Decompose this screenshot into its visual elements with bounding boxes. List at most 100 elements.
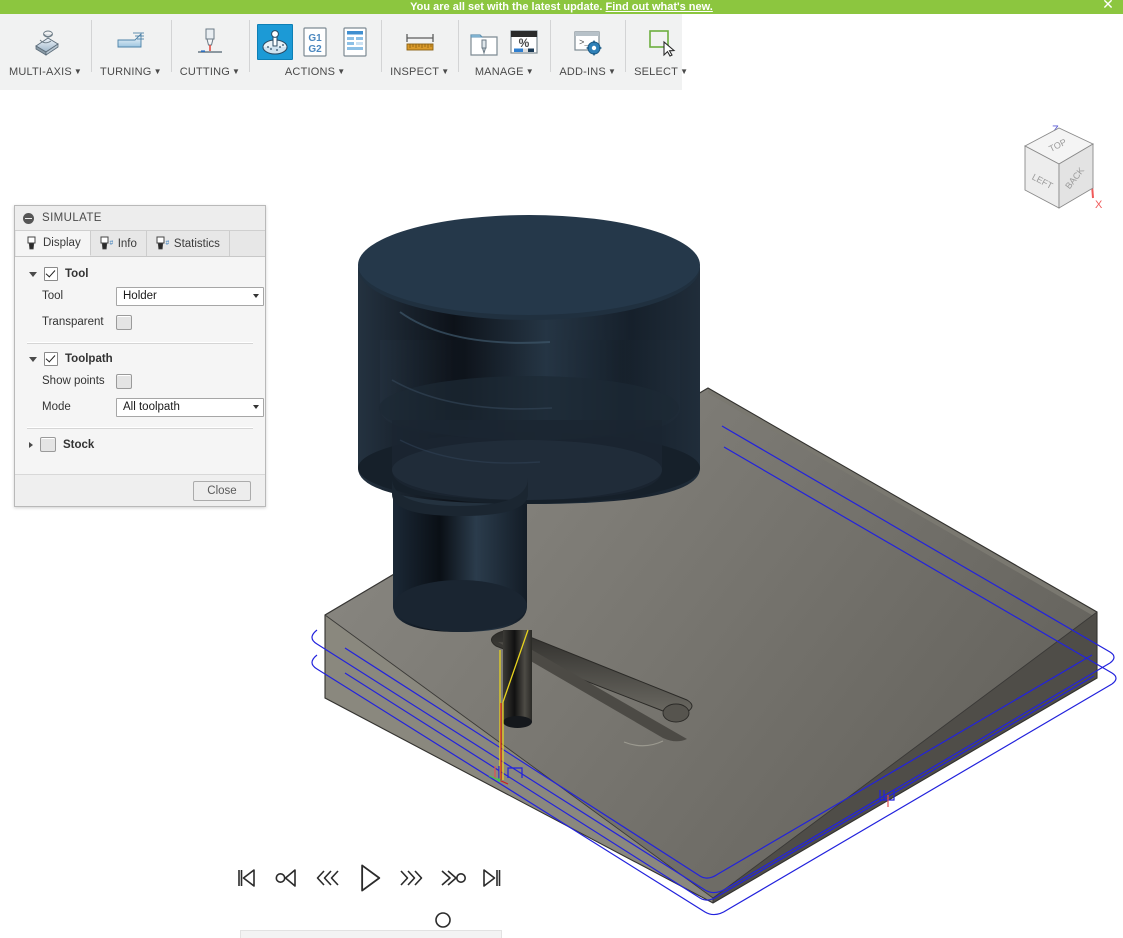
dialog-tabs: Display # Info # Statistics [15, 231, 265, 257]
tab-label: Info [117, 237, 137, 250]
dialog-title: SIMULATE [42, 212, 102, 224]
section-toolpath-label: Toolpath [65, 353, 113, 365]
chevron-right-icon[interactable] [29, 441, 33, 448]
row-tool: Tool Holder [15, 283, 265, 309]
chevron-down-icon[interactable] [29, 356, 37, 362]
section-stock-label: Stock [63, 438, 95, 451]
mode-select-value: All toolpath [123, 401, 180, 413]
view-cube[interactable]: Z Y X TOP LEFT BACK [1003, 114, 1115, 226]
post-process-icon[interactable]: G1 G2 [297, 24, 333, 60]
tab-label: Display [43, 237, 81, 249]
svg-text:#: # [165, 240, 169, 247]
transparent-checkbox[interactable] [116, 314, 132, 330]
dialog-footer: Close [15, 474, 265, 506]
section-tool-header[interactable]: Tool [15, 265, 265, 283]
chevron-down-icon [253, 405, 259, 409]
step-forward-operation-button[interactable] [438, 864, 466, 892]
section-toolpath-header[interactable]: Toolpath [15, 350, 265, 368]
tab-info[interactable]: # Info [90, 231, 147, 256]
close-icon[interactable]: ✕ [1101, 0, 1115, 11]
setup-sheet-icon[interactable] [337, 24, 373, 60]
whats-new-link[interactable]: Find out what's new. [606, 1, 713, 13]
ribbon-group-label[interactable]: ACTIONS ▼ [276, 66, 354, 78]
mode-select[interactable]: All toolpath [116, 397, 264, 417]
show-points-field-label: Show points [42, 375, 105, 387]
chevron-down-icon: ▼ [337, 67, 346, 76]
update-banner: You are all set with the latest update. … [0, 0, 1123, 14]
collapse-icon[interactable] [23, 212, 34, 224]
ribbon-group-label[interactable]: MANAGE ▼ [466, 66, 543, 78]
chevron-down-icon: ▼ [73, 67, 83, 76]
ribbon-group-actions: G1 G2 ACTIONS ▼ [249, 14, 381, 90]
svg-text:#: # [109, 240, 113, 247]
section-stock-header[interactable]: Stock [15, 435, 265, 464]
ribbon-group-cutting: CUTTING ▼ [170, 14, 249, 90]
toolpath-enable-checkbox[interactable] [44, 352, 58, 366]
ribbon-group-select: SELECT ▼ [625, 14, 697, 90]
close-button[interactable]: Close [193, 480, 251, 501]
tool-enable-checkbox[interactable] [44, 267, 58, 281]
tab-label: Statistics [173, 237, 220, 250]
svg-text:%: % [519, 36, 530, 50]
row-transparent: Transparent [15, 309, 265, 335]
row-mode: Mode All toolpath [15, 394, 265, 420]
svg-text:G1: G1 [308, 33, 322, 44]
chevron-down-icon: ▼ [680, 67, 689, 76]
stock-enable-checkbox[interactable] [40, 437, 56, 452]
chevron-down-icon[interactable] [29, 271, 37, 277]
ribbon-toolbar: MULTI-AXIS ▼ TURNING ▼ CUTTING ▼ G1 G2 A… [0, 14, 688, 91]
machining-time-icon[interactable]: % [506, 24, 542, 60]
ribbon-group-manage: % MANAGE ▼ [458, 14, 550, 90]
tool-select[interactable]: Holder [116, 286, 264, 306]
tool-library-icon[interactable] [466, 24, 502, 60]
ribbon-group-turning: TURNING ▼ [91, 14, 171, 90]
divider [27, 342, 253, 344]
ribbon-group-label[interactable]: SELECT ▼ [625, 66, 697, 78]
axis-label-x: X [1095, 199, 1103, 211]
skip-to-end-button[interactable] [478, 864, 506, 892]
rewind-button[interactable] [313, 864, 341, 892]
ribbon-group-inspect: INSPECT ▼ [381, 14, 458, 90]
row-show-points: Show points [15, 368, 265, 394]
ribbon-group-label[interactable]: CUTTING ▼ [171, 66, 249, 78]
add-ins-icon[interactable]: >_ [570, 24, 606, 60]
update-banner-message: You are all set with the latest update. [410, 1, 603, 13]
tool-field-label: Tool [42, 290, 64, 302]
chevron-down-icon: ▼ [153, 67, 162, 76]
fast-forward-button[interactable] [397, 864, 425, 892]
svg-text:G2: G2 [308, 44, 322, 55]
select-icon[interactable] [643, 24, 679, 60]
dialog-header: SIMULATE [15, 206, 265, 231]
simulate-icon[interactable] [257, 24, 294, 60]
play-button[interactable] [353, 862, 385, 894]
tool-select-value: Holder [123, 290, 157, 302]
show-points-checkbox[interactable] [116, 373, 132, 389]
cutting-icon[interactable] [192, 24, 228, 60]
divider [27, 427, 253, 429]
multi-axis-icon[interactable] [28, 24, 64, 60]
ribbon-group-label[interactable]: TURNING ▼ [91, 66, 171, 78]
mode-field-label: Mode [42, 401, 71, 413]
chevron-down-icon [253, 294, 259, 298]
turning-icon[interactable] [113, 24, 149, 60]
chevron-down-icon: ▼ [525, 67, 534, 76]
simulate-dialog: SIMULATE Display # Info # Statistics [14, 205, 266, 507]
ribbon-group-add-ins: >_ ADD-INS ▼ [550, 14, 625, 90]
ribbon-group-label[interactable]: ADD-INS ▼ [550, 66, 625, 78]
measure-icon[interactable] [402, 24, 438, 60]
slider-handle [435, 912, 451, 928]
chevron-down-icon: ▼ [231, 67, 241, 76]
section-tool-label: Tool [65, 268, 89, 280]
ribbon-group-multi-axis: MULTI-AXIS ▼ [0, 14, 91, 90]
chevron-down-icon: ▼ [607, 67, 617, 76]
dialog-body: Tool Tool Holder Transparent Toolpath Sh… [15, 257, 265, 474]
chevron-down-icon: ▼ [441, 67, 450, 76]
ribbon-group-label[interactable]: INSPECT ▼ [381, 66, 458, 78]
ribbon-group-label[interactable]: MULTI-AXIS ▼ [0, 66, 91, 78]
step-back-operation-button[interactable] [272, 864, 300, 892]
skip-to-start-button[interactable] [232, 864, 260, 892]
tab-statistics[interactable]: # Statistics [146, 231, 230, 256]
tool-display-icon [27, 236, 36, 249]
tab-display[interactable]: Display [16, 231, 91, 256]
simulation-progress-slider[interactable] [218, 909, 520, 929]
